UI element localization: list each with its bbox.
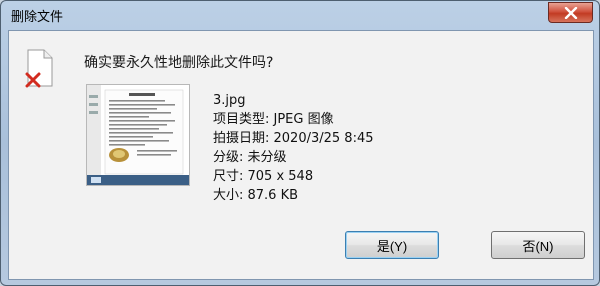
file-dimensions: 尺寸: 705 x 548 <box>213 169 314 184</box>
close-icon <box>564 6 577 19</box>
file-rating: 分级: 未分级 <box>213 150 287 165</box>
close-button[interactable] <box>548 2 593 23</box>
confirm-question: 确实要永久性地删除此文件吗? <box>84 55 274 71</box>
dialog-body: 确实要永久性地删除此文件吗? 3.jpg 项目类型: JPEG 图像 拍摄日期:… <box>8 30 594 280</box>
window-title: 删除文件 <box>11 10 64 25</box>
file-type: 项目类型: JPEG 图像 <box>213 112 334 127</box>
yes-button[interactable]: 是(Y) <box>345 231 439 259</box>
image-thumbnail <box>86 84 190 186</box>
delete-file-dialog: 删除文件 确实要永久性地删除此文件吗? 3.jpg 项目类型: JPEG 图像 … <box>0 0 600 286</box>
deleted-file-icon <box>25 49 53 88</box>
file-name: 3.jpg <box>213 93 246 108</box>
no-button[interactable]: 否(N) <box>491 231 585 259</box>
file-date-taken: 拍摄日期: 2020/3/25 8:45 <box>213 131 374 146</box>
file-info: 3.jpg 项目类型: JPEG 图像 拍摄日期: 2020/3/25 8:45… <box>213 91 374 205</box>
titlebar: 删除文件 <box>1 1 599 29</box>
file-size: 大小: 87.6 KB <box>213 188 299 203</box>
